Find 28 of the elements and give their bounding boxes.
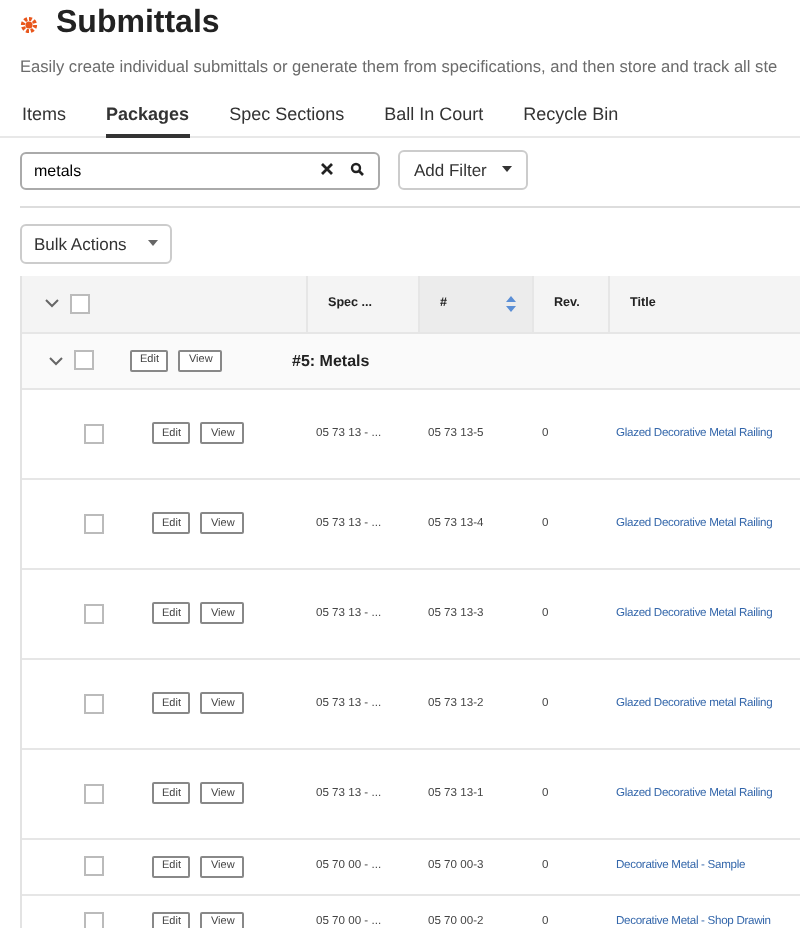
- caret-icon: [148, 240, 158, 246]
- chevron-icon[interactable]: [48, 355, 64, 365]
- checkbox[interactable]: [84, 513, 104, 533]
- checkbox[interactable]: [84, 603, 104, 623]
- tab[interactable]: Items: [22, 100, 67, 138]
- gear-icon: [20, 15, 38, 33]
- group-label: #5: Metals: [292, 351, 372, 369]
- clear-icon[interactable]: [320, 162, 334, 176]
- checkbox[interactable]: [84, 912, 104, 928]
- checkbox[interactable]: [84, 693, 104, 713]
- tab[interactable]: Ball In Court: [384, 100, 484, 138]
- search-icon[interactable]: [350, 162, 364, 176]
- add-filter-button[interactable]: Add Filter: [398, 149, 529, 189]
- page-title: Submittals: [56, 6, 220, 42]
- sort-icon[interactable]: [506, 295, 516, 311]
- caret-icon: [502, 166, 513, 172]
- checkbox[interactable]: [74, 350, 94, 370]
- checkbox[interactable]: [84, 783, 104, 803]
- tab[interactable]: Packages: [106, 100, 190, 138]
- checkbox[interactable]: [84, 856, 104, 876]
- search-field[interactable]: metals: [20, 152, 380, 190]
- chevron-icon[interactable]: [44, 298, 60, 308]
- tab[interactable]: Spec Sections: [229, 100, 345, 138]
- tab[interactable]: Recycle Bin: [523, 100, 619, 138]
- bulk-actions-button[interactable]: Bulk Actions: [20, 223, 172, 263]
- checkbox[interactable]: [84, 423, 104, 443]
- checkbox[interactable]: [70, 293, 90, 313]
- page-description: Easily create individual submittals or generate them from specifications, and then store and track all ste: [20, 56, 780, 76]
